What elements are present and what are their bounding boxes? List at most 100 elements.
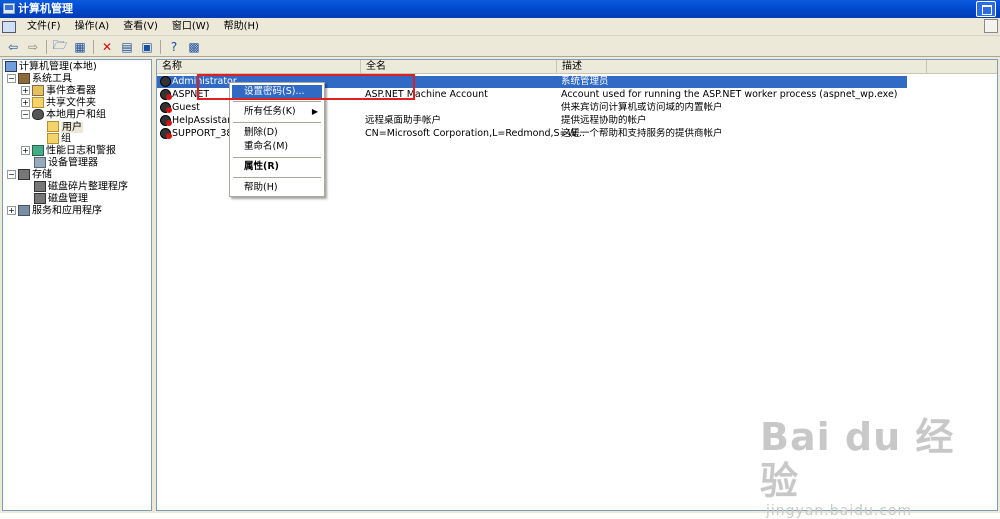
user-name: HelpAssistant: [172, 115, 237, 126]
export-icon[interactable]: ▣: [138, 39, 156, 55]
tree-pane[interactable]: 计算机管理(本地) − 系统工具 + 事件查看器 + 共享文件夹 − 本地用户和组 用户…: [2, 59, 152, 511]
folder-open-icon: [47, 121, 59, 132]
expand-icon[interactable]: +: [7, 206, 16, 215]
forward-icon[interactable]: ⇨: [24, 39, 42, 55]
help-icon[interactable]: ?: [165, 39, 183, 55]
expand-icon[interactable]: +: [21, 98, 30, 107]
tree-label: 计算机管理(本地): [19, 61, 97, 73]
inner-restore-button[interactable]: [984, 19, 998, 33]
list-header: 名称 全名 描述: [157, 60, 997, 74]
tools-icon: [18, 73, 30, 84]
disabled-user-icon: [160, 89, 172, 100]
restore-button[interactable]: [976, 1, 996, 17]
user-name: Guest: [172, 102, 200, 113]
tree-node-shared-folders[interactable]: + 共享文件夹: [21, 97, 96, 109]
menu-separator: [233, 177, 321, 178]
tree-label: 事件查看器: [46, 85, 96, 97]
console-icon[interactable]: [2, 20, 16, 33]
cell-description: 这是一个帮助和支持服务的提供商帐户: [561, 128, 723, 139]
tree-label: 磁盘碎片整理程序: [48, 181, 128, 193]
cell-name: HelpAssistant: [160, 115, 237, 127]
tree-label: 存储: [32, 169, 52, 181]
disabled-user-icon: [160, 115, 172, 126]
toolbar-separator: [93, 39, 94, 54]
shared-folder-icon: [32, 97, 44, 108]
computer-icon: [5, 61, 17, 72]
defrag-icon: [34, 181, 46, 192]
event-viewer-icon: [32, 85, 44, 96]
cell-fullname: CN=Microsoft Corporation,L=Redmond,S=W..…: [365, 128, 585, 139]
menu-item-help[interactable]: 帮助(H): [232, 181, 322, 195]
computer-management-icon: [3, 3, 15, 14]
disabled-user-icon: [160, 128, 172, 139]
menu-item-all-tasks[interactable]: 所有任务(K) ▶: [232, 105, 322, 119]
disabled-user-icon: [160, 102, 172, 113]
cell-fullname: 远程桌面助手帐户: [365, 115, 442, 126]
menu-view[interactable]: 查看(V): [116, 18, 165, 36]
menu-separator: [233, 157, 321, 158]
collapse-icon[interactable]: −: [21, 110, 30, 119]
disk-management-icon: [34, 193, 46, 204]
menu-item-label: 所有任务(K): [244, 106, 296, 117]
menu-item-properties[interactable]: 属性(R): [232, 160, 322, 174]
tree-label: 服务和应用程序: [32, 205, 102, 217]
toolbar: ⇦ ⇨ 🗁 ▦ ✕ ▤ ▣ ? ▩: [0, 37, 1000, 57]
collapse-icon[interactable]: −: [7, 170, 16, 179]
cell-description: 系统管理员: [561, 76, 609, 87]
tree-node-disk-management[interactable]: 磁盘管理: [34, 193, 88, 205]
console-icon[interactable]: ▩: [185, 39, 203, 55]
column-header-description[interactable]: 描述: [557, 60, 927, 74]
expand-icon[interactable]: +: [21, 146, 30, 155]
menu-file[interactable]: 文件(F): [20, 18, 68, 36]
tree-label: 磁盘管理: [48, 193, 88, 205]
toolbar-separator: [160, 39, 161, 54]
expand-icon[interactable]: +: [21, 86, 30, 95]
tree-label: 用户: [61, 121, 83, 133]
user-icon: [160, 76, 171, 87]
tree-label: 组: [61, 133, 71, 145]
performance-icon: [32, 145, 44, 156]
tree-node-device-manager[interactable]: 设备管理器: [34, 157, 98, 169]
device-manager-icon: [34, 157, 46, 168]
tree-label: 系统工具: [32, 73, 72, 85]
folder-icon: [47, 133, 59, 144]
menu-action[interactable]: 操作(A): [68, 18, 117, 36]
back-icon[interactable]: ⇦: [4, 39, 22, 55]
menu-item-delete[interactable]: 删除(D): [232, 126, 322, 140]
menu-separator: [233, 101, 321, 102]
tree-label: 共享文件夹: [46, 97, 96, 109]
menu-item-rename[interactable]: 重命名(M): [232, 140, 322, 154]
tree-node-users[interactable]: 用户: [47, 121, 83, 133]
menu-help[interactable]: 帮助(H): [217, 18, 266, 36]
tree-node-groups[interactable]: 组: [47, 133, 71, 145]
tree-label: 设备管理器: [48, 157, 98, 169]
computer-management-window: 计算机管理 文件(F) 操作(A) 查看(V) 窗口(W) 帮助(H) ⇦ ⇨ …: [0, 0, 1000, 519]
column-header-name[interactable]: 名称: [157, 60, 361, 74]
toolbar-separator: [46, 39, 47, 54]
column-header-fullname[interactable]: 全名: [361, 60, 557, 74]
tree-label: 本地用户和组: [46, 109, 106, 121]
properties-icon[interactable]: ▤: [118, 39, 136, 55]
tree-node-defrag[interactable]: 磁盘碎片整理程序: [34, 181, 128, 193]
delete-icon[interactable]: ✕: [98, 39, 116, 55]
up-folder-icon[interactable]: 🗁: [51, 38, 69, 55]
submenu-arrow-icon: ▶: [311, 107, 318, 116]
users-groups-icon: [32, 109, 44, 120]
show-tree-icon[interactable]: ▦: [71, 39, 89, 55]
menu-bar: 文件(F) 操作(A) 查看(V) 窗口(W) 帮助(H): [0, 18, 1000, 36]
tree-node-perf-logs[interactable]: + 性能日志和警报: [21, 145, 116, 157]
title-bar: 计算机管理: [0, 0, 1000, 18]
tree-node-event-viewer[interactable]: + 事件查看器: [21, 85, 96, 97]
cell-description: 提供远程协助的帐户: [561, 115, 647, 126]
cell-name: Guest: [160, 102, 200, 114]
tree-node-services-apps[interactable]: + 服务和应用程序: [7, 205, 102, 217]
collapse-icon[interactable]: −: [7, 74, 16, 83]
tree-node-system-tools[interactable]: − 系统工具: [7, 73, 72, 85]
menu-separator: [233, 122, 321, 123]
tree-label: 性能日志和警报: [46, 145, 116, 157]
window-title: 计算机管理: [18, 2, 73, 15]
tree-node-storage[interactable]: − 存储: [7, 169, 52, 181]
tree-node-local-users[interactable]: − 本地用户和组: [21, 109, 106, 121]
menu-window[interactable]: 窗口(W): [165, 18, 217, 36]
tree-node-root[interactable]: 计算机管理(本地): [5, 61, 97, 73]
